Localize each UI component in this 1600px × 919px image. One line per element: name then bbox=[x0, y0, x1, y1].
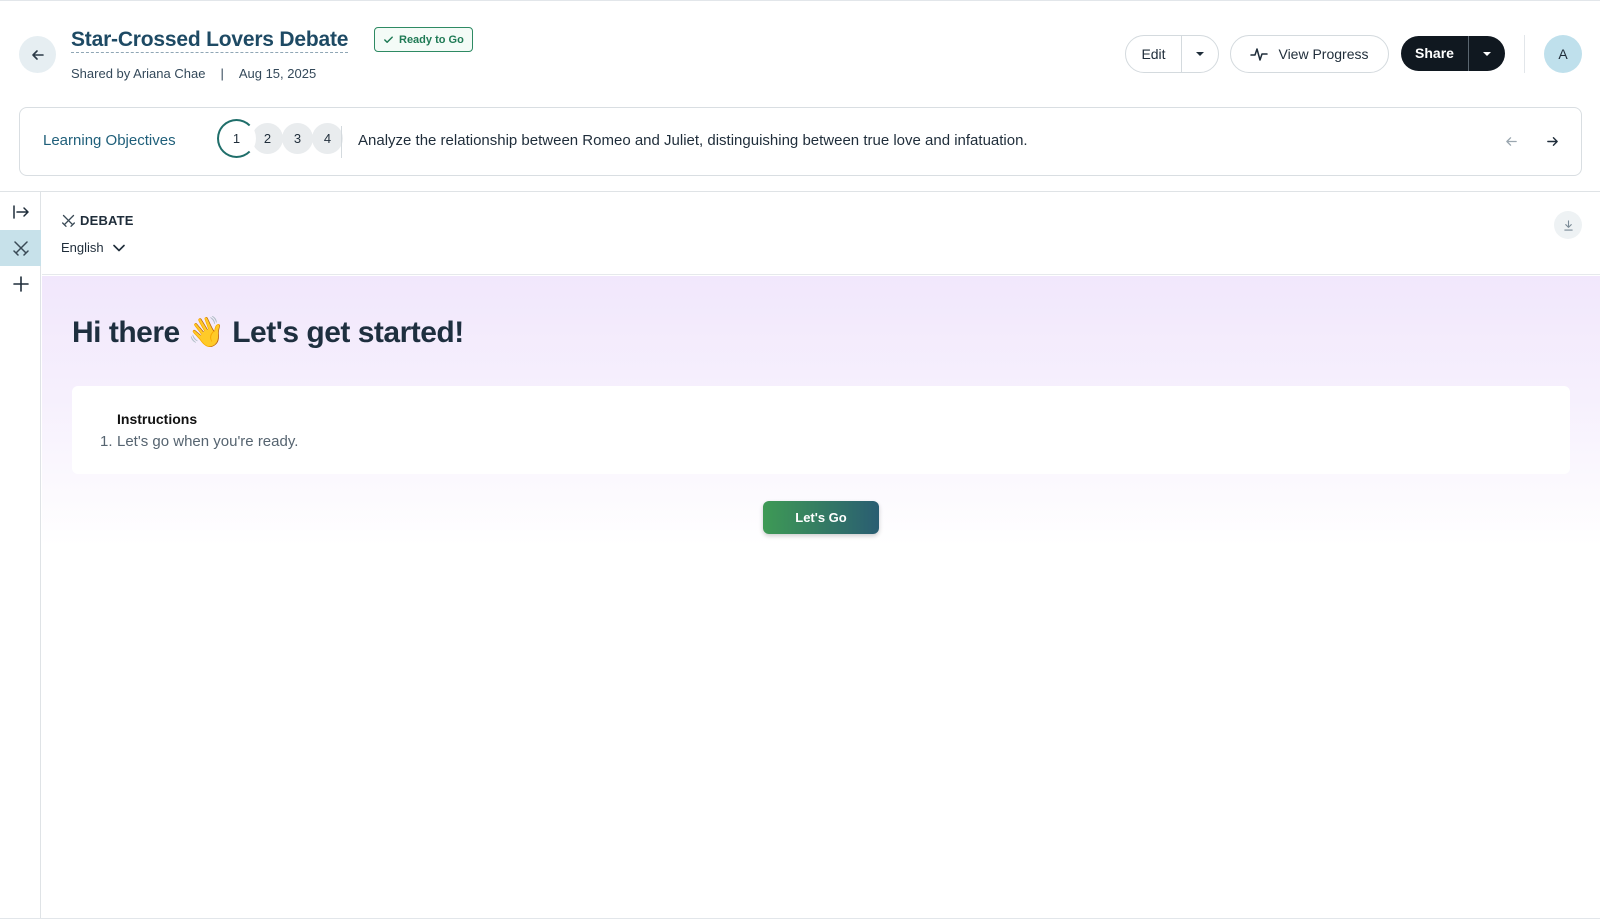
page-meta: Shared by Ariana Chae | Aug 15, 2025 bbox=[71, 66, 316, 81]
view-progress-label: View Progress bbox=[1278, 46, 1369, 62]
arrow-left-icon bbox=[1505, 136, 1517, 146]
avatar[interactable]: A bbox=[1544, 35, 1582, 73]
arrow-right-icon bbox=[1546, 136, 1558, 146]
status-badge-label: Ready to Go bbox=[399, 33, 464, 46]
learning-objectives-bar: Learning Objectives 1 2 3 4 Analyze the … bbox=[19, 107, 1582, 176]
instruction-item: Let's go when you're ready. bbox=[117, 433, 299, 450]
crossed-swords-icon bbox=[12, 241, 29, 256]
add-tool-button[interactable] bbox=[0, 266, 41, 302]
objective-text: Analyze the relationship between Romeo a… bbox=[358, 132, 1028, 149]
tool-header: DEBATE English bbox=[42, 192, 1600, 275]
tool-title-label: DEBATE bbox=[80, 213, 134, 228]
expand-panel-button[interactable] bbox=[0, 194, 41, 230]
instructions-title: Instructions bbox=[117, 411, 198, 427]
objective-step-1[interactable]: 1 bbox=[217, 119, 256, 158]
sidebar-item-debate[interactable] bbox=[0, 230, 41, 266]
edit-button-group: Edit bbox=[1125, 35, 1219, 73]
status-badge: Ready to Go bbox=[374, 27, 473, 52]
objectives-divider bbox=[341, 126, 342, 158]
lets-go-button[interactable]: Let's Go bbox=[763, 501, 879, 534]
chevron-down-icon bbox=[112, 244, 125, 251]
greeting-heading: Hi there 👋 Let's get started! bbox=[72, 316, 464, 349]
crossed-swords-icon bbox=[62, 214, 75, 227]
share-button[interactable]: Share bbox=[1401, 36, 1469, 71]
main-panel: DEBATE English Hi there 👋 Let's get star… bbox=[42, 192, 1600, 918]
share-dropdown-button[interactable] bbox=[1469, 36, 1505, 71]
shared-by-text: Shared by Ariana Chae bbox=[71, 66, 206, 81]
instructions-card: Instructions 1. Let's go when you're rea… bbox=[72, 386, 1570, 474]
meta-separator: | bbox=[220, 66, 224, 81]
back-button[interactable] bbox=[19, 36, 56, 73]
shared-date: Aug 15, 2025 bbox=[238, 66, 317, 81]
view-progress-button[interactable]: View Progress bbox=[1230, 35, 1389, 73]
debate-content: Hi there 👋 Let's get started! Instructio… bbox=[42, 276, 1600, 546]
objective-step-3[interactable]: 3 bbox=[282, 123, 313, 154]
download-button[interactable] bbox=[1554, 211, 1582, 239]
header-divider bbox=[1524, 35, 1525, 73]
caret-down-icon bbox=[1483, 51, 1491, 56]
objective-step-2[interactable]: 2 bbox=[252, 123, 283, 154]
edit-button[interactable]: Edit bbox=[1126, 35, 1182, 73]
edit-dropdown-button[interactable] bbox=[1182, 35, 1218, 73]
list-number: 1. bbox=[100, 433, 113, 450]
language-select[interactable]: English bbox=[61, 240, 125, 255]
next-objective-button[interactable] bbox=[1541, 130, 1563, 152]
arrow-left-icon bbox=[31, 49, 44, 60]
page-title[interactable]: Star-Crossed Lovers Debate bbox=[71, 27, 348, 53]
expand-panel-icon bbox=[12, 205, 29, 219]
language-value: English bbox=[61, 240, 104, 255]
share-button-group: Share bbox=[1401, 36, 1505, 71]
objectives-label: Learning Objectives bbox=[43, 132, 176, 149]
previous-objective-button[interactable] bbox=[1500, 130, 1522, 152]
tool-sidebar bbox=[0, 192, 41, 918]
plus-icon bbox=[12, 276, 29, 292]
download-icon bbox=[1563, 219, 1573, 231]
instructions-list: 1. Let's go when you're ready. bbox=[100, 433, 299, 450]
activity-icon bbox=[1250, 48, 1269, 61]
caret-down-icon bbox=[1196, 52, 1204, 56]
page-header: Star-Crossed Lovers Debate Ready to Go S… bbox=[0, 0, 1600, 98]
check-icon bbox=[384, 36, 393, 43]
objective-step-4[interactable]: 4 bbox=[312, 123, 343, 154]
objective-steps: 1 2 3 4 bbox=[217, 119, 343, 158]
tool-title: DEBATE bbox=[61, 213, 134, 228]
